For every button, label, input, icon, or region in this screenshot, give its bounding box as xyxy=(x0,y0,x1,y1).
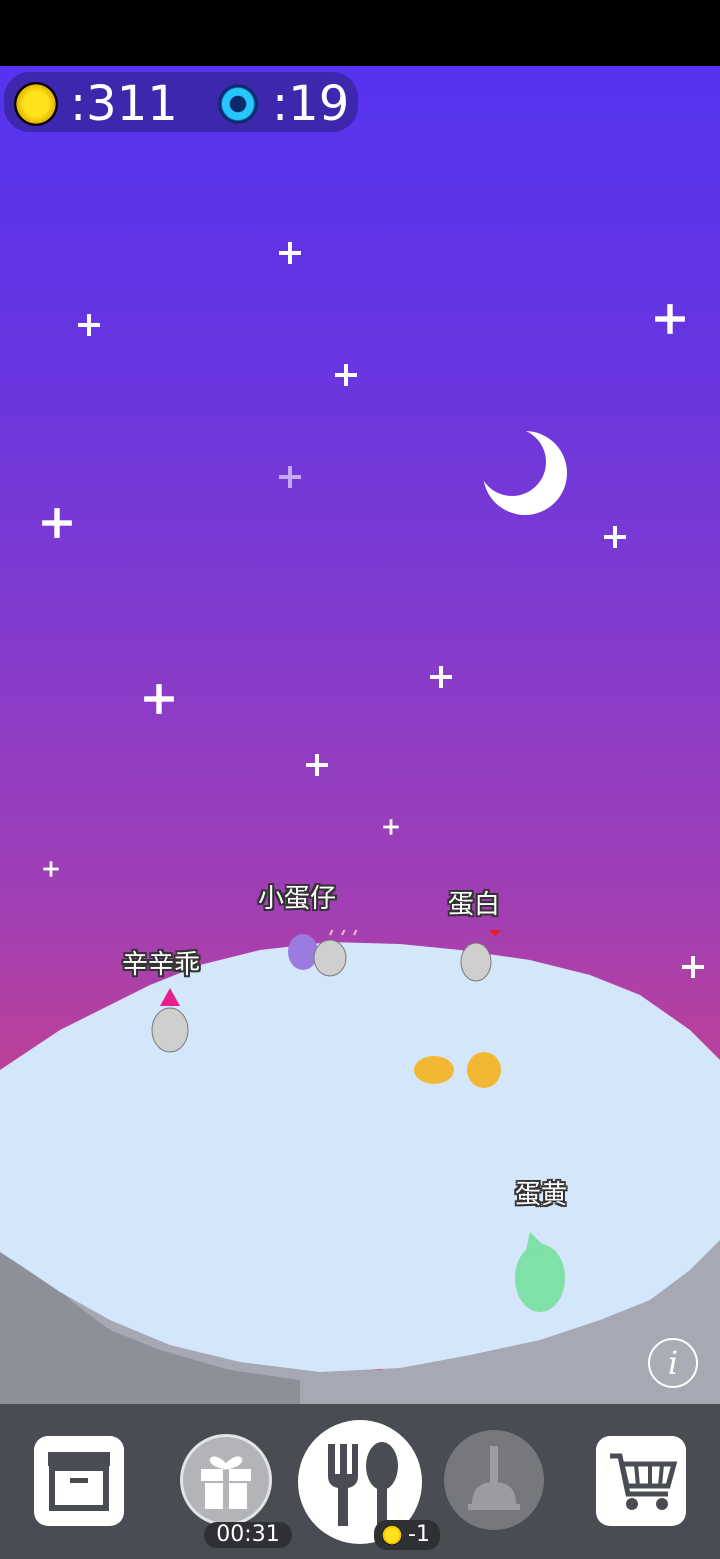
feed-cost: -1 xyxy=(374,1520,440,1550)
star xyxy=(655,304,685,334)
gift-timer: 00:31 xyxy=(204,1522,292,1548)
storage-box-button[interactable] xyxy=(34,1436,124,1526)
pet-name-label: 蛋黄 xyxy=(515,1180,568,1210)
pet-name-label: 辛辛乖 xyxy=(122,950,201,980)
pet-name-label: 蛋白 xyxy=(448,890,501,920)
gift-icon xyxy=(201,1456,251,1509)
coin-icon xyxy=(382,1525,402,1545)
gift-button[interactable] xyxy=(180,1434,272,1526)
pet-name-label: 小蛋仔 xyxy=(258,884,337,914)
gem-icon xyxy=(216,82,260,126)
coin-count: :311 xyxy=(70,76,178,132)
star xyxy=(430,666,452,688)
currency-bar: :311 :19 xyxy=(4,72,358,132)
shop-button[interactable] xyxy=(596,1436,686,1526)
star xyxy=(144,684,174,714)
star xyxy=(306,754,328,776)
star xyxy=(43,861,59,877)
clean-button[interactable] xyxy=(444,1430,544,1530)
island-ground[interactable] xyxy=(0,930,720,1430)
feed-cost-value: -1 xyxy=(408,1522,430,1547)
moon-icon xyxy=(483,431,567,515)
star xyxy=(604,526,626,548)
star xyxy=(78,314,100,336)
gem-count: :19 xyxy=(272,76,350,132)
plunger-icon xyxy=(468,1446,520,1510)
star xyxy=(279,242,301,264)
status-bar xyxy=(0,0,720,66)
coin-icon xyxy=(14,82,58,126)
shopping-cart-icon xyxy=(610,1453,678,1510)
star xyxy=(42,508,72,538)
star xyxy=(383,819,399,835)
star xyxy=(279,466,301,488)
storage-box-icon xyxy=(48,1452,110,1511)
info-button[interactable]: i xyxy=(648,1338,698,1388)
star xyxy=(335,364,357,386)
